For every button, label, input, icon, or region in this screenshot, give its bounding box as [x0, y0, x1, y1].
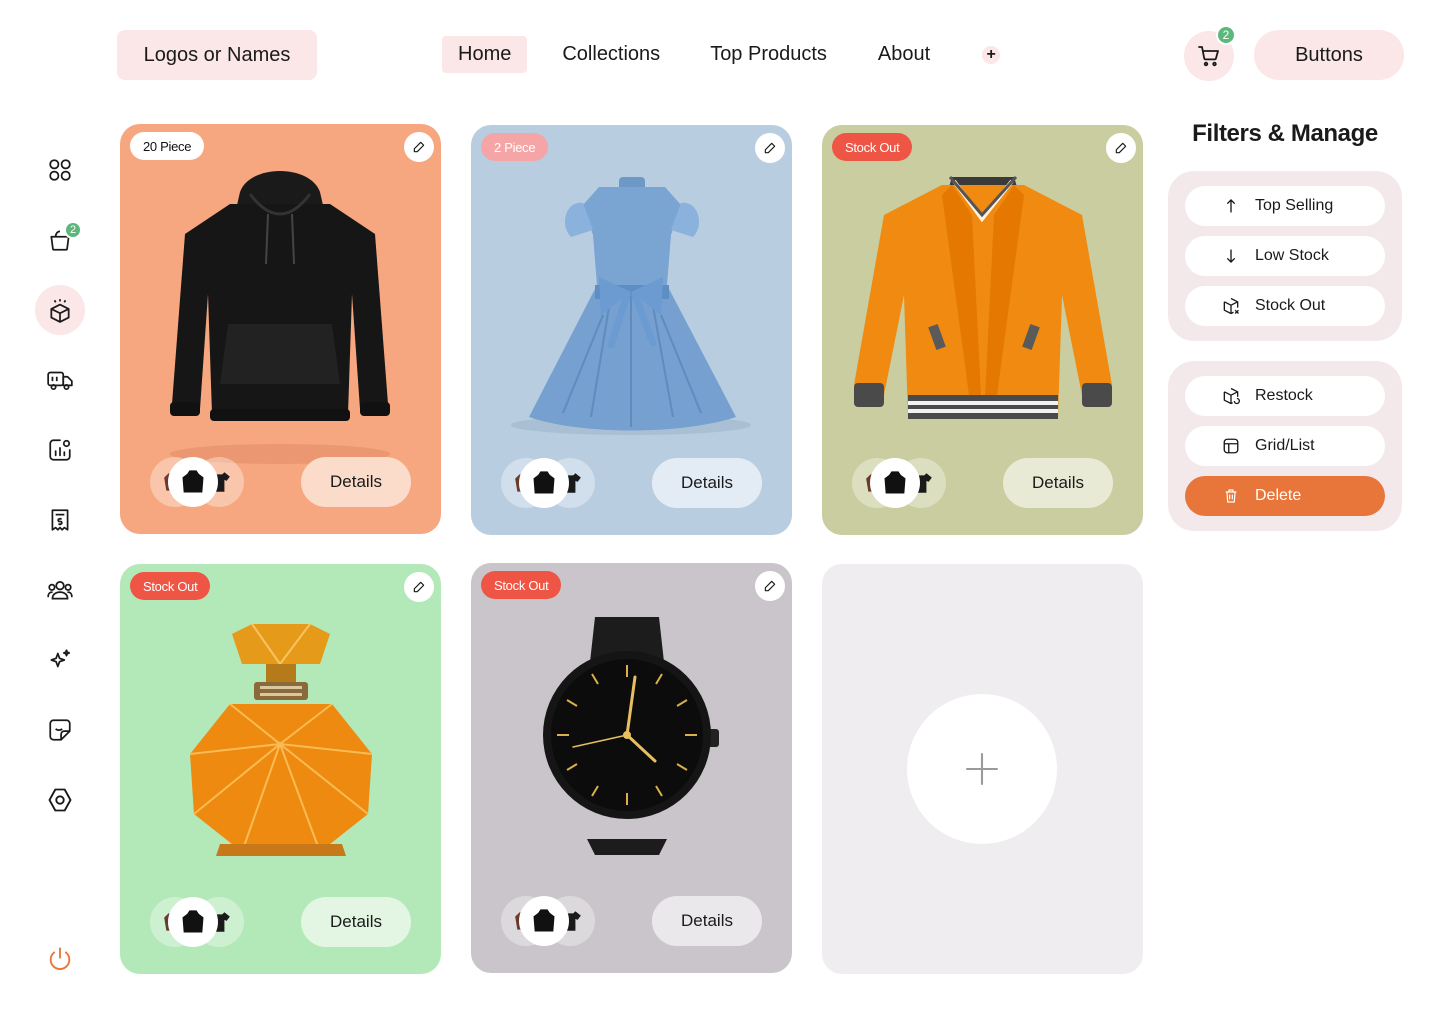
pencil-icon — [764, 142, 776, 154]
orders-count-badge: 2 — [64, 221, 82, 239]
nav-top-products[interactable]: Top Products — [710, 36, 827, 73]
sidebar-item-customers[interactable] — [35, 565, 85, 615]
sidebar-item-analytics[interactable] — [35, 425, 85, 475]
details-button[interactable]: Details — [652, 458, 762, 508]
details-button[interactable]: Details — [301, 457, 411, 507]
hoodie-thumb-icon — [182, 910, 204, 933]
manage-group: Restock Grid/List Delete — [1168, 361, 1402, 531]
pencil-icon — [764, 580, 776, 592]
pencil-icon — [1115, 142, 1127, 154]
layout-icon — [1223, 438, 1239, 454]
header-action-button[interactable]: Buttons — [1254, 30, 1404, 80]
grid-list-toggle-button[interactable]: Grid/List — [1185, 426, 1385, 466]
arrow-up-icon — [1227, 199, 1235, 213]
dress-image — [511, 177, 751, 435]
variant-thumb-selected[interactable] — [519, 458, 569, 508]
filter-top-selling-button[interactable]: Top Selling — [1185, 186, 1385, 226]
sidebar-item-settings[interactable] — [35, 775, 85, 825]
variant-thumb-selected[interactable] — [168, 457, 218, 507]
box-icon — [50, 299, 70, 323]
filter-stock-out-button[interactable]: Stock Out — [1185, 286, 1385, 326]
variant-thumb-selected[interactable] — [168, 897, 218, 947]
nav-add-button[interactable]: + — [982, 45, 1001, 64]
watch-image — [543, 617, 719, 855]
box-x-icon — [1223, 297, 1239, 315]
variant-thumb-selected[interactable] — [519, 896, 569, 946]
delete-button[interactable]: Delete — [1185, 476, 1385, 516]
product-card-jacket[interactable]: Stock Out Details — [822, 125, 1143, 535]
action-label: Grid/List — [1255, 437, 1315, 454]
pencil-icon — [413, 581, 425, 593]
filter-label: Low Stock — [1255, 247, 1329, 264]
plus-icon — [965, 752, 999, 786]
filter-label: Stock Out — [1255, 297, 1326, 314]
perfume-image — [189, 623, 373, 856]
brand-logo-label: Logos or Names — [143, 43, 291, 66]
product-card-watch[interactable]: Stock Out Details — [471, 563, 792, 973]
variant-thumbnails[interactable] — [501, 458, 601, 508]
action-label: Delete — [1255, 487, 1302, 504]
invoice-icon — [51, 509, 69, 531]
sidebar-item-orders[interactable]: 2 — [35, 215, 85, 265]
sidebar-item-dashboard[interactable] — [35, 145, 85, 195]
add-product-card[interactable] — [822, 564, 1143, 974]
truck-icon — [47, 371, 73, 391]
hoodie-image — [170, 171, 390, 464]
trash-icon — [1225, 489, 1237, 503]
variant-thumbnails[interactable] — [150, 457, 250, 507]
product-dashboard: Logos or Names Home Collections Top Prod… — [0, 0, 1440, 1024]
settings-icon — [48, 788, 72, 812]
power-icon — [49, 947, 71, 970]
nav-collections[interactable]: Collections — [562, 36, 660, 73]
nav-home[interactable]: Home — [442, 36, 528, 73]
variant-thumbnails[interactable] — [501, 896, 601, 946]
sidebar-item-products[interactable] — [35, 285, 85, 335]
nav-about[interactable]: About — [878, 36, 930, 73]
variant-thumbnails[interactable] — [150, 897, 250, 947]
details-button[interactable]: Details — [1003, 458, 1113, 508]
pencil-icon — [413, 141, 425, 153]
arrow-down-icon — [1227, 249, 1235, 263]
details-button[interactable]: Details — [301, 897, 411, 947]
restock-button[interactable]: Restock — [1185, 376, 1385, 416]
jacket-image — [854, 175, 1112, 419]
grid-icon — [49, 159, 71, 181]
variant-thumbnails[interactable] — [852, 458, 952, 508]
product-card-perfume[interactable]: Stock Out Details — [120, 564, 441, 974]
top-nav: Home Collections Top Products About + — [442, 36, 1001, 73]
cart-icon — [1198, 46, 1219, 67]
sidebar-item-invoices[interactable] — [35, 495, 85, 545]
details-button[interactable]: Details — [652, 896, 762, 946]
hoodie-thumb-icon — [533, 909, 555, 932]
hoodie-thumb-icon — [884, 471, 906, 494]
add-product-button[interactable] — [907, 694, 1057, 844]
product-card-dress[interactable]: 2 Piece Details — [471, 125, 792, 535]
cart-count-badge: 2 — [1216, 25, 1236, 45]
hoodie-thumb-icon — [533, 471, 555, 494]
analytics-icon — [49, 439, 71, 461]
sticker-icon — [49, 719, 71, 741]
sidebar-item-shipping[interactable] — [35, 355, 85, 405]
filter-label: Top Selling — [1255, 197, 1334, 214]
brand-logo[interactable]: Logos or Names — [117, 30, 317, 80]
panel-title: Filters & Manage — [1192, 120, 1378, 147]
sidebar-item-stickers[interactable] — [35, 705, 85, 755]
sidebar-item-ai[interactable] — [35, 635, 85, 685]
variant-thumb-selected[interactable] — [870, 458, 920, 508]
sidebar-logout-button[interactable] — [35, 935, 85, 985]
users-icon — [47, 581, 73, 600]
cart-button[interactable]: 2 — [1184, 25, 1236, 81]
product-card-hoodie[interactable]: 20 Piece Details — [120, 124, 441, 534]
filter-group: Top Selling Low Stock Stock Out — [1168, 171, 1402, 341]
hoodie-thumb-icon — [182, 470, 204, 493]
sparkle-icon — [50, 649, 71, 668]
filter-low-stock-button[interactable]: Low Stock — [1185, 236, 1385, 276]
action-label: Restock — [1255, 387, 1313, 404]
box-refresh-icon — [1223, 387, 1240, 405]
